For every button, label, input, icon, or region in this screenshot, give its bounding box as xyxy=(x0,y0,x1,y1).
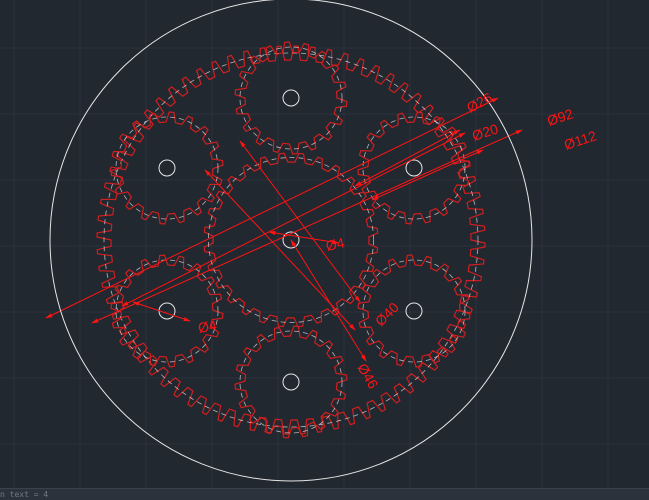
planet-gear-bore xyxy=(405,159,423,177)
planet-gear-bore xyxy=(158,159,176,177)
dimension-line-7 xyxy=(290,239,367,362)
cad-drawing-viewport[interactable]: Ø26 Ø20 Ø92 Ø112 Ø4 Ø4 Ø40 Ø46 xyxy=(0,0,649,488)
planet-gear-2 xyxy=(357,111,471,225)
planet-gear-1-pitch-circle xyxy=(239,46,343,150)
planet-gear-bore xyxy=(405,302,423,320)
dimension-label-d92: Ø92 xyxy=(545,105,575,128)
planet-gear-3 xyxy=(357,254,471,368)
dimension-label-d46: Ø46 xyxy=(354,361,381,392)
planet-gear-6-pitch-circle xyxy=(115,116,219,220)
dimension-label-d4-planet: Ø4 xyxy=(197,317,218,336)
dimension-label-d112: Ø112 xyxy=(562,127,599,153)
planet-gear-4-pitch-circle xyxy=(239,330,343,434)
command-line[interactable]: n text = 4 xyxy=(0,488,649,500)
dimension-line-1 xyxy=(45,97,499,319)
command-line-text: n text = 4 xyxy=(0,490,49,499)
dimension-label-d20: Ø20 xyxy=(470,120,500,143)
planet-gear-6 xyxy=(110,111,224,225)
planet-gear-bore xyxy=(282,373,300,391)
dimension-line-2 xyxy=(91,129,523,324)
dimension-line-4 xyxy=(239,140,361,303)
dimension-label-d40: Ø40 xyxy=(372,299,402,329)
planet-gear-3-teeth xyxy=(357,254,471,368)
planet-gear-6-teeth xyxy=(110,111,224,225)
dimension-label-d26: Ø26 xyxy=(464,89,495,116)
planet-gear-2-teeth xyxy=(357,111,471,225)
dimension-line-3 xyxy=(121,132,466,307)
dimension-line-9 xyxy=(354,129,461,187)
planet-gear-bore xyxy=(282,89,300,107)
background-grid xyxy=(0,0,649,488)
planet-gear-5-pitch-circle xyxy=(115,259,219,363)
dimension-label-d4-center: Ø4 xyxy=(324,234,346,254)
